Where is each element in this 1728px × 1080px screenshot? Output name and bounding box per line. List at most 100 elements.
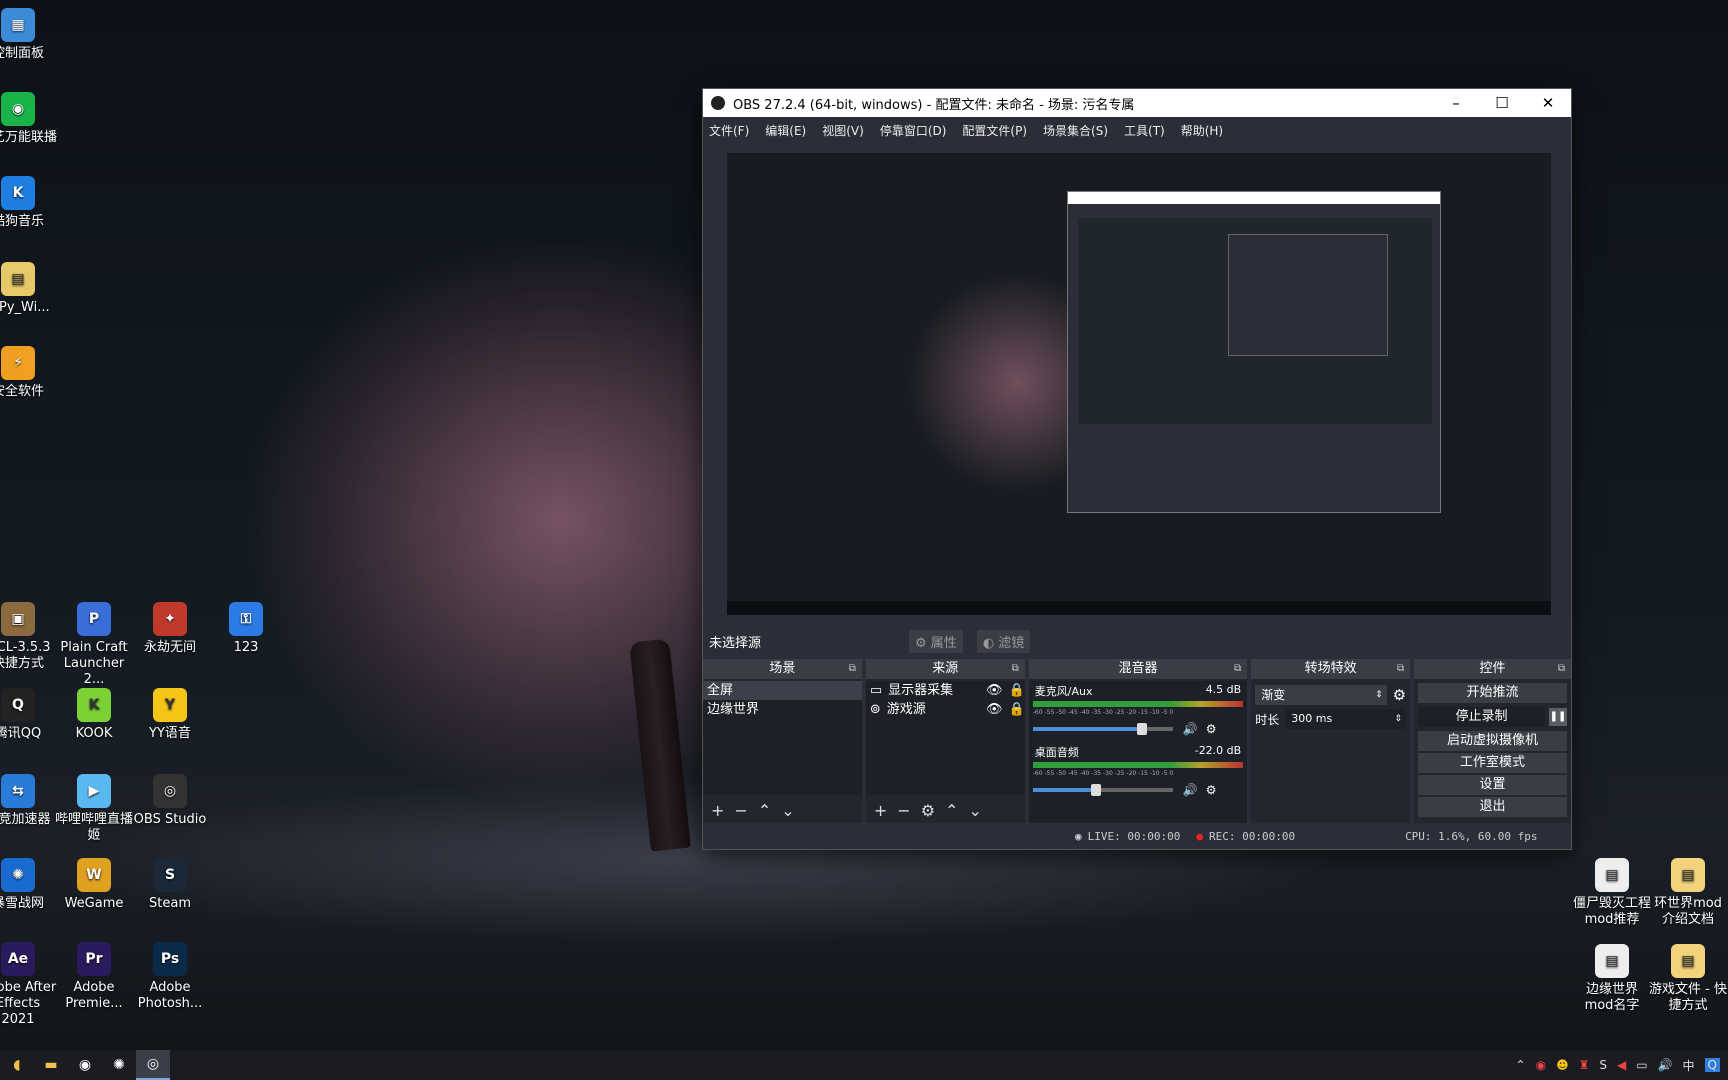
exit-button[interactable]: 退出 [1418, 797, 1567, 817]
desktop-icon-label: 酷狗音乐 [0, 214, 44, 229]
menu-profile[interactable]: 配置文件(P) [962, 122, 1027, 139]
start-button[interactable]: ◖ [0, 1050, 34, 1080]
ime-indicator[interactable]: 中 [1683, 1057, 1695, 1074]
remove-icon[interactable]: − [897, 801, 910, 820]
desktop-icon[interactable]: ▤ 游戏文件 - 快捷方式 [1648, 944, 1728, 1014]
gear-icon[interactable]: ⚙ [1206, 722, 1217, 736]
properties-button[interactable]: ⚙ 属性 [909, 629, 963, 653]
lock-icon[interactable]: 🔒 [1009, 681, 1025, 700]
volume-icon[interactable]: 🔊 [1658, 1058, 1673, 1072]
menu-view[interactable]: 视图(V) [822, 122, 864, 139]
desktop-icon[interactable]: P Plain Craft Launcher 2... [54, 602, 134, 688]
stop-recording-button[interactable]: 停止录制 [1418, 707, 1545, 727]
app-icon: Ps [153, 942, 187, 976]
move-up-icon[interactable]: ⌃ [945, 801, 958, 820]
desktop-icon[interactable]: K KOOK [54, 688, 134, 742]
app-icon: ▣ [1, 602, 35, 636]
desktop-icon[interactable]: S Steam [130, 858, 210, 912]
volume-slider[interactable] [1032, 723, 1173, 735]
scene-item[interactable]: 全屏 [703, 681, 862, 700]
filters-button[interactable]: ◐ 滤镜 [976, 629, 1031, 653]
desktop-icon[interactable]: ▦ 控制面板 [0, 8, 58, 62]
desktop-icon[interactable]: ▤ 僵尸毁灭工程 mod推荐 [1572, 858, 1652, 928]
transition-select[interactable]: 渐变 ⇕ [1255, 685, 1387, 705]
desktop-icon[interactable]: ⚿ 123 [206, 602, 286, 656]
gear-icon[interactable]: ⚙ [1393, 686, 1406, 704]
desktop-icon[interactable]: Y YY语音 [130, 688, 210, 742]
desktop-icon[interactable]: ✺ 暴雪战网 [0, 858, 58, 912]
menu-scene-collection[interactable]: 场景集合(S) [1043, 122, 1108, 139]
taskbar-app-icon[interactable]: ◉ [68, 1050, 102, 1080]
desktop-icon[interactable]: W WeGame [54, 858, 134, 912]
app-icon: W [77, 858, 111, 892]
tray-app-icon[interactable]: ♜ [1579, 1058, 1590, 1072]
desktop-icon[interactable]: K 酷狗音乐 [0, 176, 58, 230]
source-item[interactable]: ▭ 显示器采集 👁 🔒 [866, 681, 1025, 700]
desktop-icon[interactable]: ▤ 边缘世界 mod名字 [1572, 944, 1652, 1014]
maximize-button[interactable]: ☐ [1479, 94, 1525, 112]
file-explorer-icon[interactable]: ▬ [34, 1050, 68, 1080]
desktop-icon[interactable]: ▶ 哔哩哔哩直播姬 [54, 774, 134, 844]
desktop-icon[interactable]: ▤ mPy_Wi... [0, 262, 58, 316]
obs-preview-canvas[interactable] [727, 153, 1551, 615]
menu-help[interactable]: 帮助(H) [1181, 122, 1223, 139]
lock-icon[interactable]: 🔒 [1009, 700, 1025, 719]
desktop-icon[interactable]: ⚡ 安全软件 [0, 346, 58, 400]
desktop-icon[interactable]: Q 腾讯QQ [0, 688, 58, 742]
notification-icon[interactable]: Q [1704, 1058, 1720, 1072]
gear-icon[interactable]: ⚙ [1206, 783, 1217, 797]
move-down-icon[interactable]: ⌄ [968, 801, 981, 820]
scene-item[interactable]: 边缘世界 [703, 700, 862, 719]
source-item[interactable]: ⊚ 游戏源 👁 🔒 [866, 700, 1025, 719]
tray-app-icon[interactable]: ◀ [1617, 1058, 1626, 1072]
pause-recording-button[interactable]: ❚❚ [1548, 708, 1567, 726]
menu-tools[interactable]: 工具(T) [1124, 122, 1165, 139]
desktop-icon[interactable]: Pr Adobe Premie... [54, 942, 134, 1012]
menu-docks[interactable]: 停靠窗口(D) [880, 122, 947, 139]
desktop-icon[interactable]: ✦ 永劫无间 [130, 602, 210, 656]
desktop-icon[interactable]: ▤ 环世界mod 介绍文档 [1648, 858, 1728, 928]
taskbar-app-icon[interactable]: ✺ [102, 1050, 136, 1080]
desktop-icon[interactable]: Ae Adobe After Effects 2021 [0, 942, 58, 1028]
add-icon[interactable]: + [711, 801, 724, 820]
gear-icon[interactable]: ⚙ [921, 801, 935, 820]
close-button[interactable]: ✕ [1525, 94, 1571, 112]
float-icon[interactable]: ⧉ [1397, 659, 1404, 679]
desktop-icon[interactable]: ⇆ 电竞加速器 [0, 774, 58, 828]
start-streaming-button[interactable]: 开始推流 [1418, 683, 1567, 703]
visibility-eye-icon[interactable]: 👁 [986, 681, 1003, 700]
network-icon[interactable]: ▭ [1636, 1058, 1647, 1072]
tray-app-icon[interactable]: ◉ [1536, 1058, 1546, 1072]
desktop-icon[interactable]: ◉ 奇艺万能联播 [0, 92, 58, 146]
move-down-icon[interactable]: ⌄ [781, 801, 794, 820]
studio-mode-button[interactable]: 工作室模式 [1418, 753, 1567, 773]
desktop-icon-label: KOOK [75, 726, 113, 741]
steam-tray-icon[interactable]: S [1599, 1058, 1607, 1072]
obs-taskbar-icon[interactable]: ◎ [136, 1050, 170, 1080]
move-up-icon[interactable]: ⌃ [758, 801, 771, 820]
volume-slider[interactable] [1032, 784, 1173, 796]
start-virtual-camera-button[interactable]: 启动虚拟摄像机 [1418, 731, 1567, 751]
obs-titlebar[interactable]: OBS 27.2.4 (64-bit, windows) - 配置文件: 未命名… [703, 89, 1571, 117]
tray-app-icon[interactable]: ☻ [1556, 1058, 1569, 1072]
minimize-button[interactable]: – [1433, 94, 1479, 112]
float-icon[interactable]: ⧉ [1234, 659, 1241, 679]
visibility-eye-icon[interactable]: 👁 [986, 700, 1003, 719]
speaker-icon[interactable]: 🔊 [1183, 783, 1198, 797]
menu-file[interactable]: 文件(F) [709, 122, 749, 139]
menu-edit[interactable]: 编辑(E) [765, 122, 806, 139]
float-icon[interactable]: ⧉ [849, 659, 856, 679]
desktop-icon[interactable]: ◎ OBS Studio [130, 774, 210, 828]
float-icon[interactable]: ⧉ [1012, 659, 1019, 679]
app-icon: Pr [77, 942, 111, 976]
desktop-icon[interactable]: ▣ MCL-3.5.3 快捷方式 [0, 602, 58, 672]
speaker-icon[interactable]: 🔊 [1183, 722, 1198, 736]
chevron-up-icon[interactable]: ⌃ [1516, 1058, 1526, 1072]
settings-button[interactable]: 设置 [1418, 775, 1567, 795]
remove-icon[interactable]: − [734, 801, 747, 820]
desktop-icon-label: 游戏文件 - 快捷方式 [1649, 982, 1727, 1013]
duration-input[interactable]: 300 ms ⇕ [1285, 709, 1407, 729]
desktop-icon[interactable]: Ps Adobe Photosh... [130, 942, 210, 1012]
float-icon[interactable]: ⧉ [1558, 659, 1565, 679]
add-icon[interactable]: + [874, 801, 887, 820]
